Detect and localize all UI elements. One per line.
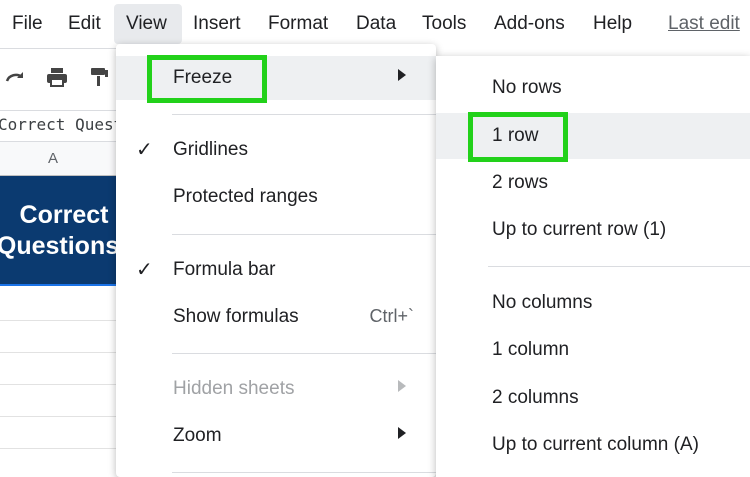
chevron-right-icon <box>398 380 406 392</box>
freeze-up-to-current-row[interactable]: Up to current row (1) <box>436 207 750 253</box>
column-header-a[interactable]: A <box>0 142 120 176</box>
chevron-right-icon <box>398 69 406 81</box>
freeze-2-rows[interactable]: 2 rows <box>436 160 750 206</box>
grid-row-line <box>0 320 120 321</box>
checkmark-icon: ✓ <box>136 139 153 161</box>
header-cell-line2: Questions <box>0 232 120 260</box>
freeze-up-to-current-column[interactable]: Up to current column (A) <box>436 422 750 468</box>
zoom-label: Zoom <box>173 425 222 446</box>
formula-bar[interactable]: Correct Questions <box>0 110 162 142</box>
no-columns-label: No columns <box>492 292 593 313</box>
gridlines-label: Gridlines <box>173 139 248 160</box>
freeze-2-columns[interactable]: 2 columns <box>436 375 750 421</box>
menu-divider <box>488 266 750 267</box>
grid-row-line <box>0 384 120 385</box>
redo-icon[interactable] <box>2 65 28 91</box>
toolbar <box>0 48 120 110</box>
header-cell-a1[interactable]: Correct Questions <box>0 176 120 286</box>
menu-help[interactable]: Help <box>593 12 632 36</box>
view-menu-zoom[interactable]: Zoom <box>116 414 436 458</box>
freeze-no-columns[interactable]: No columns <box>436 280 750 326</box>
one-column-label: 1 column <box>492 339 570 360</box>
menu-view[interactable]: View <box>126 12 167 36</box>
menu-file[interactable]: File <box>12 12 43 36</box>
formula-bar-label: Formula bar <box>173 259 276 280</box>
no-rows-label: No rows <box>492 77 562 98</box>
last-edit-link[interactable]: Last edit <box>668 12 740 36</box>
menubar: File Edit View Insert Format Data Tools … <box>0 0 750 48</box>
freeze-highlight-box <box>147 55 267 103</box>
menu-divider <box>172 472 436 473</box>
menu-edit[interactable]: Edit <box>68 12 101 36</box>
view-menu-show-formulas[interactable]: Show formulas Ctrl+` <box>116 295 436 339</box>
column-header-label: A <box>48 150 59 167</box>
menu-addons[interactable]: Add-ons <box>494 12 565 36</box>
menu-insert[interactable]: Insert <box>193 12 241 36</box>
menu-tools[interactable]: Tools <box>422 12 466 36</box>
two-rows-label: 2 rows <box>492 172 548 193</box>
header-cell-line1: Correct <box>19 201 109 229</box>
up-to-current-column-label: Up to current column (A) <box>492 434 699 455</box>
two-columns-label: 2 columns <box>492 387 579 408</box>
freeze-1-column[interactable]: 1 column <box>436 327 750 373</box>
menu-format[interactable]: Format <box>268 12 328 36</box>
freeze-no-rows[interactable]: No rows <box>436 65 750 111</box>
checkmark-icon: ✓ <box>136 259 153 281</box>
paint-format-icon[interactable] <box>86 65 112 91</box>
menu-data[interactable]: Data <box>356 12 396 36</box>
show-formulas-shortcut: Ctrl+` <box>369 306 415 326</box>
view-menu-dropdown: Freeze ✓ Gridlines Protected ranges ✓ Fo… <box>116 44 436 477</box>
grid-row-line <box>0 352 120 353</box>
grid-row-line <box>0 416 120 417</box>
view-menu-formula-bar[interactable]: ✓ Formula bar <box>116 248 436 292</box>
view-menu-protected-ranges[interactable]: Protected ranges <box>116 175 436 219</box>
one-row-highlight-box <box>468 112 568 162</box>
view-menu-gridlines[interactable]: ✓ Gridlines <box>116 128 436 172</box>
menu-divider <box>172 114 436 115</box>
show-formulas-label: Show formulas <box>173 306 299 327</box>
menu-divider <box>172 234 436 235</box>
print-icon[interactable] <box>44 65 70 91</box>
grid-row-line <box>0 448 120 449</box>
chevron-right-icon <box>398 427 406 439</box>
protected-ranges-label: Protected ranges <box>173 186 318 207</box>
view-menu-hidden-sheets: Hidden sheets <box>116 367 436 411</box>
up-to-current-row-label: Up to current row (1) <box>492 219 667 240</box>
menu-divider <box>172 353 436 354</box>
hidden-sheets-label: Hidden sheets <box>173 378 295 399</box>
